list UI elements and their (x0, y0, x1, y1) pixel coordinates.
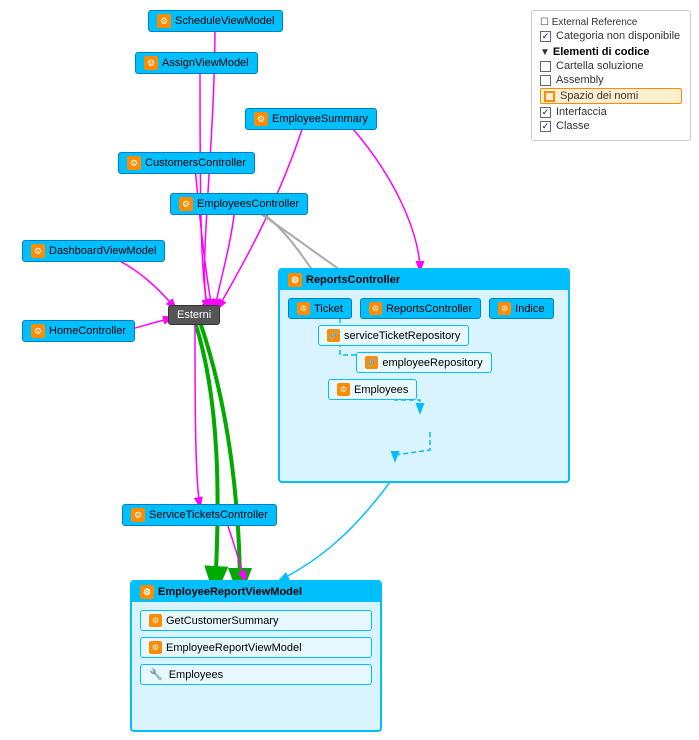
node-icon-assignviewmodel: ⚙ (144, 56, 158, 70)
node-icon-dashboardviewmodel: ⚙ (31, 244, 45, 258)
inner-row-top: ⚙ Ticket ⚙ ReportsController ⚙ Indice (288, 298, 560, 319)
inner-node-employeerepository[interactable]: 🔗 employeeRepository (356, 352, 491, 373)
legend-item-classe: Classe (540, 120, 682, 132)
diagram-area: ⚙ ScheduleViewModel ⚙ AssignViewModel ⚙ … (0, 0, 699, 740)
inner-node-reportscontroller[interactable]: ⚙ ReportsController (360, 298, 481, 319)
node-assignviewmodel[interactable]: ⚙ AssignViewModel (135, 52, 258, 74)
node-dashboardviewmodel[interactable]: ⚙ DashboardViewModel (22, 240, 165, 262)
node-icon-employeescontroller: ⚙ (179, 197, 193, 211)
inner-icon-employeerepository: 🔗 (365, 356, 378, 369)
legend-check-classe[interactable] (540, 121, 551, 132)
node-employeesummary[interactable]: ⚙ EmployeeSummary (245, 108, 377, 130)
group-reportscontroller: ⚙ ReportsController ⚙ Ticket ⚙ ReportsCo… (278, 268, 570, 483)
node-homecontroller[interactable]: ⚙ HomeController (22, 320, 135, 342)
node-icon-homecontroller: ⚙ (31, 324, 45, 338)
legend-check-cartella[interactable] (540, 61, 551, 72)
inner-node-employees-reports[interactable]: ⚙ Employees (328, 379, 417, 400)
inner-node-ticket[interactable]: ⚙ Ticket (288, 298, 352, 319)
legend-item-categoria: Categoria non disponibile (540, 30, 682, 42)
inner-icon-indice: ⚙ (498, 302, 511, 315)
legend-item-assembly: Assembly (540, 74, 682, 86)
legend-item-spazio: Spazio dei nomi (540, 88, 682, 104)
legend-external-ref: ☐ External Reference (540, 17, 682, 28)
node-icon-scheduleviewmodel: ⚙ (157, 14, 171, 28)
legend-item-cartella: Cartella soluzione (540, 60, 682, 72)
inner-node-indice[interactable]: ⚙ Indice (489, 298, 553, 319)
group-employeereportviewmodel-body: ⚙ GetCustomerSummary ⚙ EmployeeReportVie… (132, 602, 380, 693)
inner-icon-employees-reports: ⚙ (337, 383, 350, 396)
node-icon-serviceticketscontroller: ⚙ (131, 508, 145, 522)
inner-icon-getcustomersummary: ⚙ (149, 614, 162, 627)
inner-icon-employeereportviewmodel: ⚙ (149, 641, 162, 654)
node-serviceticketscontroller[interactable]: ⚙ ServiceTicketsController (122, 504, 277, 526)
legend-section-title: ▼ Elementi di codice (540, 46, 682, 58)
legend-check-spazio[interactable] (544, 91, 555, 102)
legend-item-interfaccia: Interfaccia (540, 106, 682, 118)
group-employeereportviewmodel: ⚙ EmployeeReportViewModel ⚙ GetCustomerS… (130, 580, 382, 732)
inner-icon-serviceticketrepository: 🔗 (327, 329, 340, 342)
legend-check-categoria[interactable] (540, 31, 551, 42)
inner-icon-reportscontroller: ⚙ (369, 302, 382, 315)
node-customerscontroller[interactable]: ⚙ CustomersController (118, 152, 255, 174)
node-icon-employeereportviewmodel: ⚙ (140, 585, 154, 599)
group-employeereportviewmodel-header: ⚙ EmployeeReportViewModel (132, 582, 380, 602)
legend-check-assembly[interactable] (540, 75, 551, 86)
node-esterni[interactable]: Esterni (168, 305, 220, 325)
legend-check-interfaccia[interactable] (540, 107, 551, 118)
node-scheduleviewmodel[interactable]: ⚙ ScheduleViewModel (148, 10, 283, 32)
inner-icon-ticket: ⚙ (297, 302, 310, 315)
node-icon-employeesummary: ⚙ (254, 112, 268, 126)
node-employeescontroller[interactable]: ⚙ EmployeesController (170, 193, 308, 215)
inner-node-serviceticketrepository[interactable]: 🔗 serviceTicketRepository (318, 325, 469, 346)
group-reportscontroller-header: ⚙ ReportsController (280, 270, 568, 290)
node-icon-customerscontroller: ⚙ (127, 156, 141, 170)
legend-panel: ☐ External Reference Categoria non dispo… (531, 10, 691, 141)
group-reportscontroller-body: ⚙ Ticket ⚙ ReportsController ⚙ Indice 🔗 … (280, 290, 568, 408)
inner-node-employeereportviewmodel[interactable]: ⚙ EmployeeReportViewModel (140, 637, 372, 658)
inner-node-employees-ervm[interactable]: 🔧 Employees (140, 664, 372, 685)
node-icon-reportscontroller: ⚙ (288, 273, 302, 287)
inner-node-getcustomersummary[interactable]: ⚙ GetCustomerSummary (140, 610, 372, 631)
